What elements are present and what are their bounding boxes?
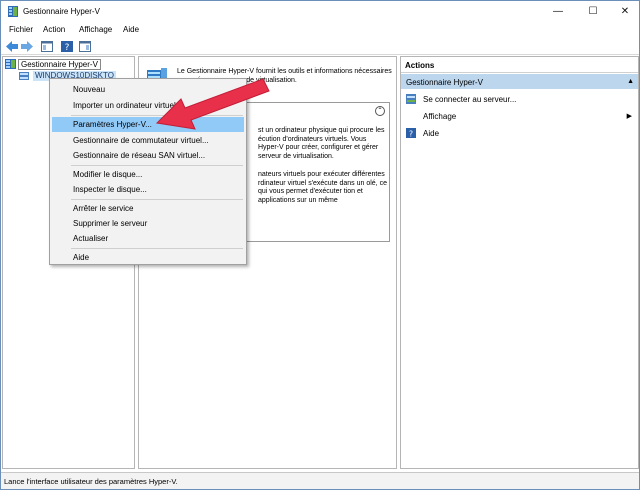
ctx-parametres-hyperv[interactable]: Paramètres Hyper-V... <box>52 117 244 132</box>
ctx-inspecter-disque[interactable]: Inspecter le disque... <box>52 182 244 197</box>
forward-icon[interactable] <box>21 41 33 52</box>
menu-bar: Fichier Action Affichage Aide <box>1 23 639 37</box>
server-icon <box>19 72 29 80</box>
svg-text:?: ? <box>409 130 413 139</box>
status-text: Lance l'interface utilisateur des paramè… <box>4 477 178 486</box>
ctx-supprimer-serveur[interactable]: Supprimer le serveur <box>52 216 244 231</box>
hyperv-manager-window: Gestionnaire Hyper-V — ☐ ✕ Fichier Actio… <box>0 0 640 490</box>
action-affichage-label: Affichage <box>423 112 457 121</box>
ctx-separator <box>71 248 243 249</box>
toolbar: ? <box>1 38 639 55</box>
collapse-arrow-icon[interactable]: ▲ <box>627 78 634 85</box>
help-icon[interactable]: ? <box>61 41 73 52</box>
ctx-san[interactable]: Gestionnaire de réseau SAN virtuel... <box>52 148 244 163</box>
action-connect-label: Se connecter au serveur... <box>423 95 517 104</box>
hyperv-app-icon <box>8 6 18 17</box>
ctx-nouveau[interactable]: Nouveau <box>52 82 244 97</box>
menu-fichier[interactable]: Fichier <box>9 25 33 34</box>
actions-section-header[interactable]: Gestionnaire Hyper-V ▲ <box>401 74 638 89</box>
hyperv-manager-icon <box>5 59 16 69</box>
actions-title: Actions <box>401 57 638 73</box>
actions-section-label: Gestionnaire Hyper-V <box>406 78 483 87</box>
tree-root-label: Gestionnaire Hyper-V <box>18 59 101 70</box>
ctx-separator <box>71 115 243 116</box>
svg-text:?: ? <box>65 43 70 52</box>
intro-paragraph-2: nateurs virtuels pour exécuter différent… <box>258 171 387 204</box>
action-aide-label: Aide <box>423 129 440 138</box>
help-icon: ? <box>406 128 416 138</box>
close-button[interactable]: ✕ <box>610 1 640 23</box>
maximize-button[interactable]: ☐ <box>578 1 608 23</box>
minimize-button[interactable]: — <box>543 1 573 23</box>
menu-affichage[interactable]: Affichage <box>79 25 112 34</box>
ctx-actualiser[interactable]: Actualiser <box>52 231 244 246</box>
ctx-importer[interactable]: Importer un ordinateur virtuel... <box>52 98 244 113</box>
action-connect-server[interactable]: Se connecter au serveur... <box>401 93 638 107</box>
back-icon[interactable] <box>6 41 18 52</box>
actions-pane: Actions Gestionnaire Hyper-V ▲ Se connec… <box>400 56 639 469</box>
menu-aide[interactable]: Aide <box>123 25 139 34</box>
context-menu: Nouveau Importer un ordinateur virtuel..… <box>49 78 247 265</box>
menu-action[interactable]: Action <box>43 25 65 34</box>
server-connect-icon <box>406 94 416 104</box>
action-aide[interactable]: ? Aide <box>401 127 638 141</box>
ctx-separator <box>71 165 243 166</box>
action-affichage[interactable]: Affichage ▶ <box>401 110 638 124</box>
window-title: Gestionnaire Hyper-V <box>23 7 100 16</box>
submenu-arrow-icon: ▶ <box>626 113 632 120</box>
console-tree-icon[interactable] <box>41 41 53 52</box>
ctx-separator <box>71 199 243 200</box>
ctx-arreter-service[interactable]: Arrêter le service <box>52 201 244 216</box>
action-pane-icon[interactable] <box>79 41 91 52</box>
ctx-modifier-disque[interactable]: Modifier le disque... <box>52 167 244 182</box>
collapse-button[interactable]: ⌃ <box>375 106 385 116</box>
ctx-aide[interactable]: Aide <box>52 250 244 265</box>
title-bar: Gestionnaire Hyper-V — ☐ ✕ <box>1 1 639 23</box>
status-bar: Lance l'interface utilisateur des paramè… <box>1 472 639 489</box>
ctx-commutateur[interactable]: Gestionnaire de commutateur virtuel... <box>52 133 244 148</box>
intro-paragraph-1: st un ordinateur physique qui procure le… <box>258 127 385 160</box>
